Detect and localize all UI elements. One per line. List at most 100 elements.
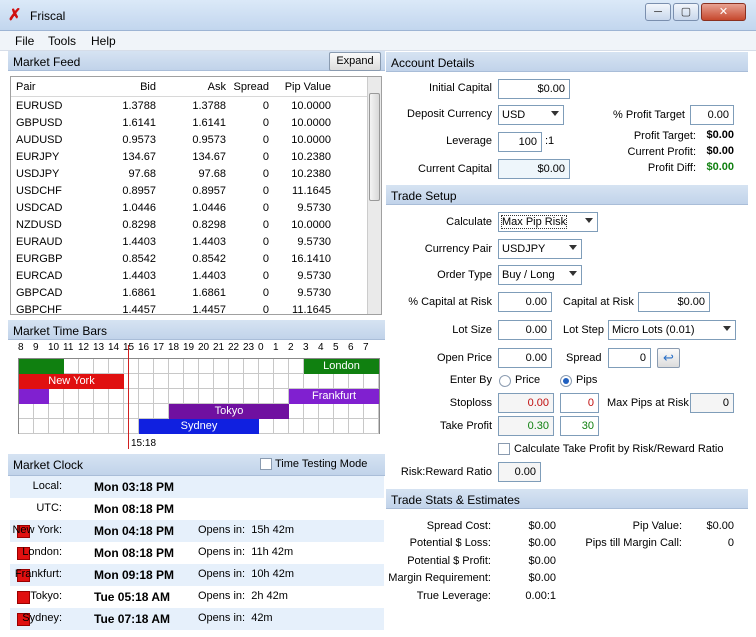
leverage-suffix: :1 [545,135,555,147]
table-row[interactable]: NZDUSD 0.8298 0.8298 0 10.0000 [11,217,369,234]
time-cell [229,389,244,404]
session-label: London [323,360,360,372]
table-cell: 1.6861 [192,287,226,299]
table-row[interactable]: USDJPY 97.68 97.68 0 10.2380 [11,166,369,183]
time-cell [289,419,304,434]
current-profit-value: $0.00 [706,145,734,157]
time-cell [274,374,289,389]
close-button[interactable]: ✕ [701,3,746,21]
time-cell [109,419,124,434]
table-row[interactable]: EURCAD 1.4403 1.4403 0 9.5730 [11,268,369,285]
time-cell [169,374,184,389]
lot-step-select[interactable]: Micro Lots (0.01) [608,320,736,340]
lot-size-input[interactable]: 0.00 [498,320,552,340]
initial-capital-input[interactable]: $0.00 [498,79,570,99]
table-cell: 9.5730 [297,287,331,299]
menu-help[interactable]: Help [91,34,116,48]
time-cell [349,374,364,389]
time-testing-checkbox[interactable] [260,458,272,470]
table-row[interactable]: USDCAD 1.0446 1.0446 0 9.5730 [11,200,369,217]
time-cell [169,359,184,374]
table-cell: 1.6141 [192,117,226,129]
apply-spread-icon[interactable]: ↩ [657,348,680,368]
calculate-select[interactable]: Max Pip Risk [498,212,598,232]
potential-profit-label: Potential $ Profit: [407,555,491,567]
pct-capital-risk-input[interactable]: 0.00 [498,292,552,312]
expand-button[interactable]: Expand [329,52,381,71]
time-cell [289,359,304,374]
col-pip-value[interactable]: Pip Value [273,81,331,93]
profit-diff-label: Profit Diff: [647,162,696,174]
table-row[interactable]: AUDUSD 0.9573 0.9573 0 10.0000 [11,132,369,149]
table-cell: 0.8957 [192,185,226,197]
table-row[interactable]: USDCHF 0.8957 0.8957 0 11.1645 [11,183,369,200]
hour-label: 18 [168,342,180,353]
table-cell: GBPCHF [16,304,62,315]
menu-file[interactable]: File [15,34,34,48]
table-row[interactable]: EURAUD 1.4403 1.4403 0 9.5730 [11,234,369,251]
table-row[interactable]: EURUSD 1.3788 1.3788 0 10.0000 [11,98,369,115]
menu-tools[interactable]: Tools [48,34,76,48]
time-cell [79,404,94,419]
pips-margin-call-value: 0 [727,537,734,549]
time-cell [169,389,184,404]
take-profit-price-input[interactable]: 0.30 [498,416,554,436]
currency-pair-select[interactable]: USDJPY [498,239,582,259]
time-cell [214,389,229,404]
col-spread[interactable]: Spread [231,81,269,93]
leverage-input[interactable]: 100 [498,132,542,152]
col-ask[interactable]: Ask [161,81,226,93]
enter-by-price-radio[interactable] [499,375,511,387]
table-row[interactable]: GBPUSD 1.6141 1.6141 0 10.0000 [11,115,369,132]
order-type-select[interactable]: Buy / Long [498,265,582,285]
stoploss-pips-input[interactable]: 0 [560,393,599,413]
profit-target-pct-input[interactable]: 0.00 [690,105,734,125]
calculate-label: Calculate [446,216,492,228]
spread-input[interactable]: 0 [608,348,651,368]
rr-input[interactable]: 0.00 [498,462,541,482]
enter-by-pips-radio[interactable] [560,375,572,387]
calc-tp-checkbox[interactable] [498,443,510,455]
clock-opens: Opens in: 42m [198,612,273,624]
table-cell: 10.2380 [291,168,331,180]
table-row[interactable]: GBPCAD 1.6861 1.6861 0 9.5730 [11,285,369,302]
col-bid[interactable]: Bid [81,81,156,93]
true-leverage-label: True Leverage: [416,590,491,602]
hour-label: 3 [303,342,309,353]
maximize-button[interactable]: ▢ [673,3,699,21]
time-cell [334,374,349,389]
time-cell [199,389,214,404]
scroll-thumb[interactable] [369,93,380,201]
table-cell: 0 [262,287,269,299]
time-cell [79,419,94,434]
clock-row: Sydney: Tue 07:18 AM Opens in: 42m [10,608,384,630]
current-time-marker [128,345,129,449]
table-cell: 1.0446 [122,202,156,214]
pip-value-label: Pip Value: [632,520,682,532]
hour-label: 23 [243,342,255,353]
time-cell [259,374,274,389]
capital-risk-input[interactable]: $0.00 [638,292,710,312]
minimize-button[interactable]: ─ [645,3,671,21]
spread-cost-value: $0.00 [528,520,556,532]
table-row[interactable]: GBPCHF 1.4457 1.4457 0 11.1645 [11,302,369,315]
calc-tp-label: Calculate Take Profit by Risk/Reward Rat… [514,443,724,455]
table-cell: USDJPY [16,168,60,180]
time-cell [154,389,169,404]
feed-scrollbar[interactable] [367,77,381,314]
col-pair[interactable]: Pair [16,81,36,93]
table-cell: 0.8957 [122,185,156,197]
lot-size-label: Lot Size [452,324,492,336]
time-cell [289,374,304,389]
deposit-currency-select[interactable]: USD [498,105,564,125]
open-price-input[interactable]: 0.00 [498,348,552,368]
table-row[interactable]: EURJPY 134.67 134.67 0 10.2380 [11,149,369,166]
time-cell [139,404,154,419]
take-profit-pips-input[interactable]: 30 [560,416,599,436]
time-cell [64,404,79,419]
table-row[interactable]: EURGBP 0.8542 0.8542 0 16.1410 [11,251,369,268]
stoploss-price-input[interactable]: 0.00 [498,393,554,413]
time-cell [109,404,124,419]
app-logo-icon: ✗ [8,7,22,24]
take-profit-label: Take Profit [440,420,492,432]
